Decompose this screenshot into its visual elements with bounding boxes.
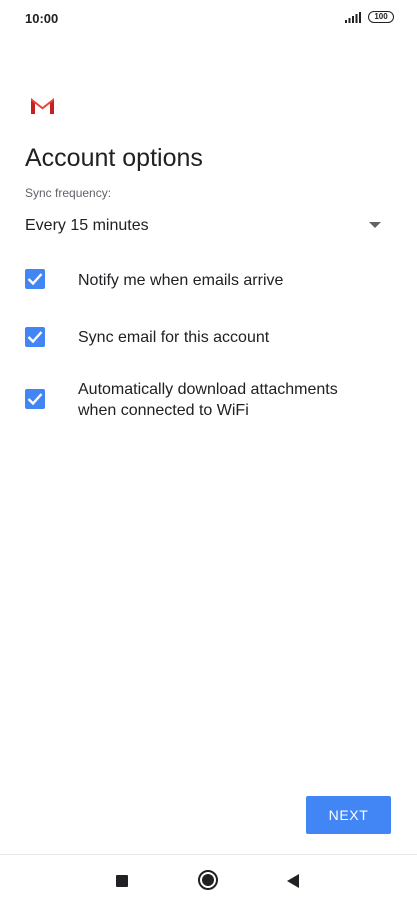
status-time: 10:00 <box>25 11 59 26</box>
signal-icon <box>345 12 361 23</box>
back-icon[interactable] <box>287 874 299 888</box>
next-button[interactable]: NEXT <box>306 796 391 834</box>
sync-frequency-label: Sync frequency: <box>25 186 112 200</box>
page-title: Account options <box>25 144 203 172</box>
gmail-m-icon <box>31 98 54 114</box>
option-download-attachments[interactable]: Automatically download attachments when … <box>25 378 395 422</box>
download-attachments-checkbox[interactable] <box>25 389 45 409</box>
sync-frequency-value: Every 15 minutes <box>25 217 149 234</box>
home-icon-inner <box>202 874 214 886</box>
notify-checkbox[interactable] <box>25 269 45 289</box>
option-sync-email[interactable]: Sync email for this account <box>25 323 395 353</box>
option-notify[interactable]: Notify me when emails arrive <box>25 266 395 296</box>
check-icon <box>27 331 43 344</box>
recent-apps-icon[interactable] <box>116 875 128 887</box>
battery-icon: 100 <box>368 11 394 23</box>
battery-level: 100 <box>374 12 388 21</box>
download-attachments-label: Automatically download attachments when … <box>78 381 338 419</box>
sync-email-checkbox[interactable] <box>25 327 45 347</box>
notify-label: Notify me when emails arrive <box>78 272 284 289</box>
check-icon <box>27 273 43 286</box>
chevron-down-icon <box>369 222 381 228</box>
navigation-bar <box>0 854 417 904</box>
status-bar: 10:00 100 <box>0 0 417 36</box>
sync-frequency-dropdown[interactable]: Every 15 minutes <box>25 212 390 240</box>
sync-email-label: Sync email for this account <box>78 329 270 346</box>
home-icon[interactable] <box>198 870 218 890</box>
check-icon <box>27 393 43 406</box>
